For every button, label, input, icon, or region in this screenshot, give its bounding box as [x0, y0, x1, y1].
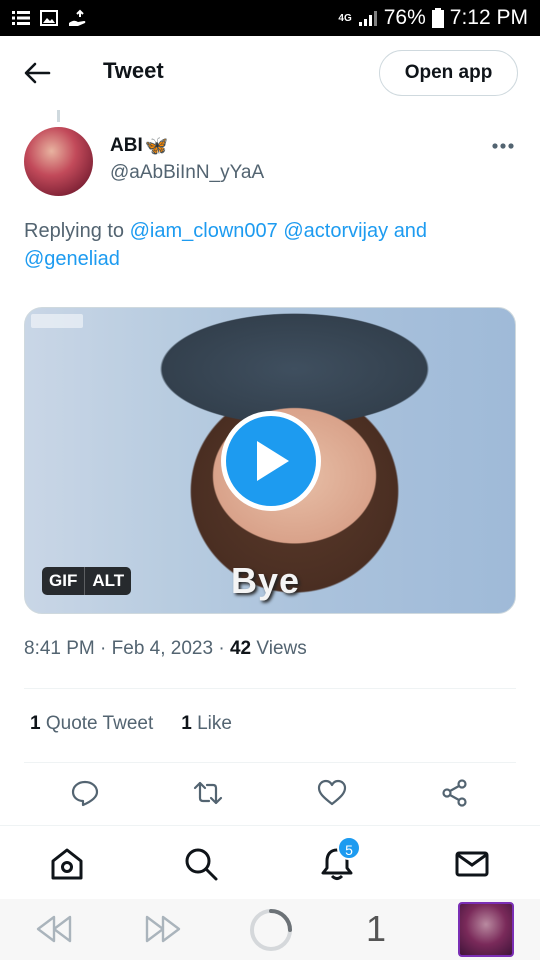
gallery-icon	[40, 10, 58, 26]
like-icon[interactable]	[317, 778, 347, 808]
tab-thumbnail[interactable]	[458, 902, 514, 957]
alt-badge[interactable]: ALT	[84, 567, 132, 595]
replying-to: Replying to @iam_clown007 @actorvijay an…	[24, 217, 514, 273]
reply-icon[interactable]	[70, 778, 100, 808]
tweet-date[interactable]: Feb 4, 2023	[112, 638, 213, 659]
notification-badge: 5	[337, 836, 361, 860]
tweet-stats: 1 Quote Tweet 1 Like	[30, 713, 232, 735]
author-name[interactable]: ABI 🦋	[110, 134, 168, 158]
thread-line	[57, 110, 60, 122]
mention-and[interactable]: and	[394, 220, 427, 242]
signal-icon	[358, 11, 377, 26]
battery-percent: 76%	[383, 6, 426, 29]
media-overlay-text: Bye	[231, 560, 301, 601]
tweet-actions	[0, 778, 540, 814]
play-button[interactable]	[221, 411, 321, 511]
search-icon[interactable]	[183, 846, 219, 882]
status-icons-right: 4G 76% 7:12 PM	[338, 6, 528, 30]
mail-icon[interactable]	[454, 846, 490, 882]
hand-icon	[69, 9, 86, 26]
divider	[24, 688, 516, 689]
views-label: Views	[256, 638, 307, 659]
clock: 7:12 PM	[449, 6, 528, 29]
mention-link[interactable]: @geneliad	[24, 248, 120, 270]
forward-icon[interactable]	[143, 913, 183, 945]
author-avatar[interactable]	[24, 127, 93, 196]
back-arrow-icon[interactable]	[22, 60, 52, 86]
list-icon	[12, 11, 30, 25]
like-label: Like	[197, 713, 232, 734]
battery-icon	[431, 8, 444, 28]
likes-stat[interactable]: 1 Like	[181, 713, 232, 735]
tab-count[interactable]: 1	[366, 908, 386, 950]
media-badges: GIF ALT	[42, 567, 132, 595]
tweet-header: Tweet Open app	[0, 36, 540, 110]
more-icon[interactable]	[488, 136, 518, 156]
mention-link[interactable]: @iam_clown007	[130, 220, 278, 242]
author-handle[interactable]: @aAbBiInN_yYaA	[110, 162, 264, 184]
loading-icon[interactable]	[248, 907, 294, 953]
gif-badge: GIF	[42, 567, 85, 595]
bottom-nav	[0, 825, 540, 899]
divider	[24, 762, 516, 763]
play-icon	[257, 441, 289, 481]
status-icons-left	[12, 9, 88, 27]
tweet-media-gif[interactable]: Bye GIF ALT	[24, 307, 516, 614]
replying-prefix: Replying to	[24, 220, 125, 242]
status-bar: 4G 76% 7:12 PM	[0, 0, 540, 36]
tweet-meta: 8:41 PM · Feb 4, 2023 · 42 Views	[24, 638, 307, 659]
quote-label: Quote Tweet	[45, 713, 154, 734]
quote-tweets-stat[interactable]: 1 Quote Tweet	[30, 713, 153, 735]
network-type: 4G	[338, 12, 352, 24]
views-count: 42	[229, 638, 252, 659]
retweet-icon[interactable]	[193, 778, 223, 808]
share-icon[interactable]	[440, 778, 470, 808]
rewind-icon[interactable]	[34, 913, 74, 945]
author-name-text: ABI	[110, 135, 143, 156]
like-count: 1	[181, 713, 192, 734]
home-icon[interactable]	[49, 846, 85, 882]
open-app-button[interactable]: Open app	[379, 50, 518, 96]
tweet-time[interactable]: 8:41 PM	[24, 638, 95, 659]
media-watermark	[31, 314, 83, 328]
butterfly-emoji: 🦋	[144, 136, 169, 157]
mention-link[interactable]: @actorvijay	[283, 220, 388, 242]
page-title: Tweet	[103, 58, 164, 83]
quote-count: 1	[30, 713, 41, 734]
